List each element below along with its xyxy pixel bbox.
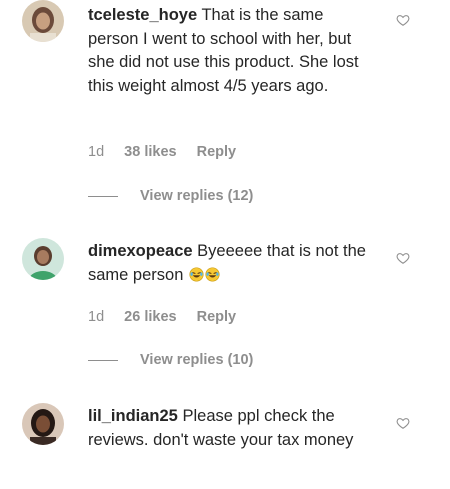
avatar-photo-icon xyxy=(22,0,64,42)
comment-username[interactable]: lil_indian25 xyxy=(88,407,178,425)
laughing-emoji-icon xyxy=(189,266,204,282)
comment-meta: 1d 26 likes Reply xyxy=(88,309,236,325)
like-heart-icon[interactable] xyxy=(396,416,410,430)
view-replies-button[interactable]: View replies (12) xyxy=(88,188,253,204)
comment-time: 1d xyxy=(88,309,105,325)
laughing-emoji-icon xyxy=(205,266,220,282)
comment-likes[interactable]: 38 likes xyxy=(124,144,176,160)
view-replies-label: View replies (12) xyxy=(140,188,254,204)
comment-likes[interactable]: 26 likes xyxy=(124,309,176,325)
reply-button[interactable]: Reply xyxy=(197,309,237,325)
avatar[interactable] xyxy=(22,403,64,445)
comment-time: 1d xyxy=(88,144,105,160)
avatar-photo-icon xyxy=(22,403,64,445)
view-replies-button[interactable]: View replies (10) xyxy=(88,352,253,368)
comment-meta: 1d 38 likes Reply xyxy=(88,144,236,160)
replies-divider-line xyxy=(88,359,118,361)
avatar[interactable] xyxy=(22,0,64,42)
reply-button[interactable]: Reply xyxy=(197,144,237,160)
comment-body: tceleste_hoye That is the same person I … xyxy=(88,4,378,98)
replies-divider-line xyxy=(88,195,118,197)
comment-username[interactable]: tceleste_hoye xyxy=(88,6,197,24)
comment-username[interactable]: dimexopeace xyxy=(88,242,193,260)
like-heart-icon[interactable] xyxy=(396,251,410,265)
comment-body: dimexopeace Byeeeee that is not the same… xyxy=(88,240,378,287)
avatar-photo-icon xyxy=(22,238,64,280)
comment-body: lil_indian25 Please ppl check the review… xyxy=(88,405,378,452)
avatar[interactable] xyxy=(22,238,64,280)
view-replies-label: View replies (10) xyxy=(140,352,254,368)
like-heart-icon[interactable] xyxy=(396,13,410,27)
